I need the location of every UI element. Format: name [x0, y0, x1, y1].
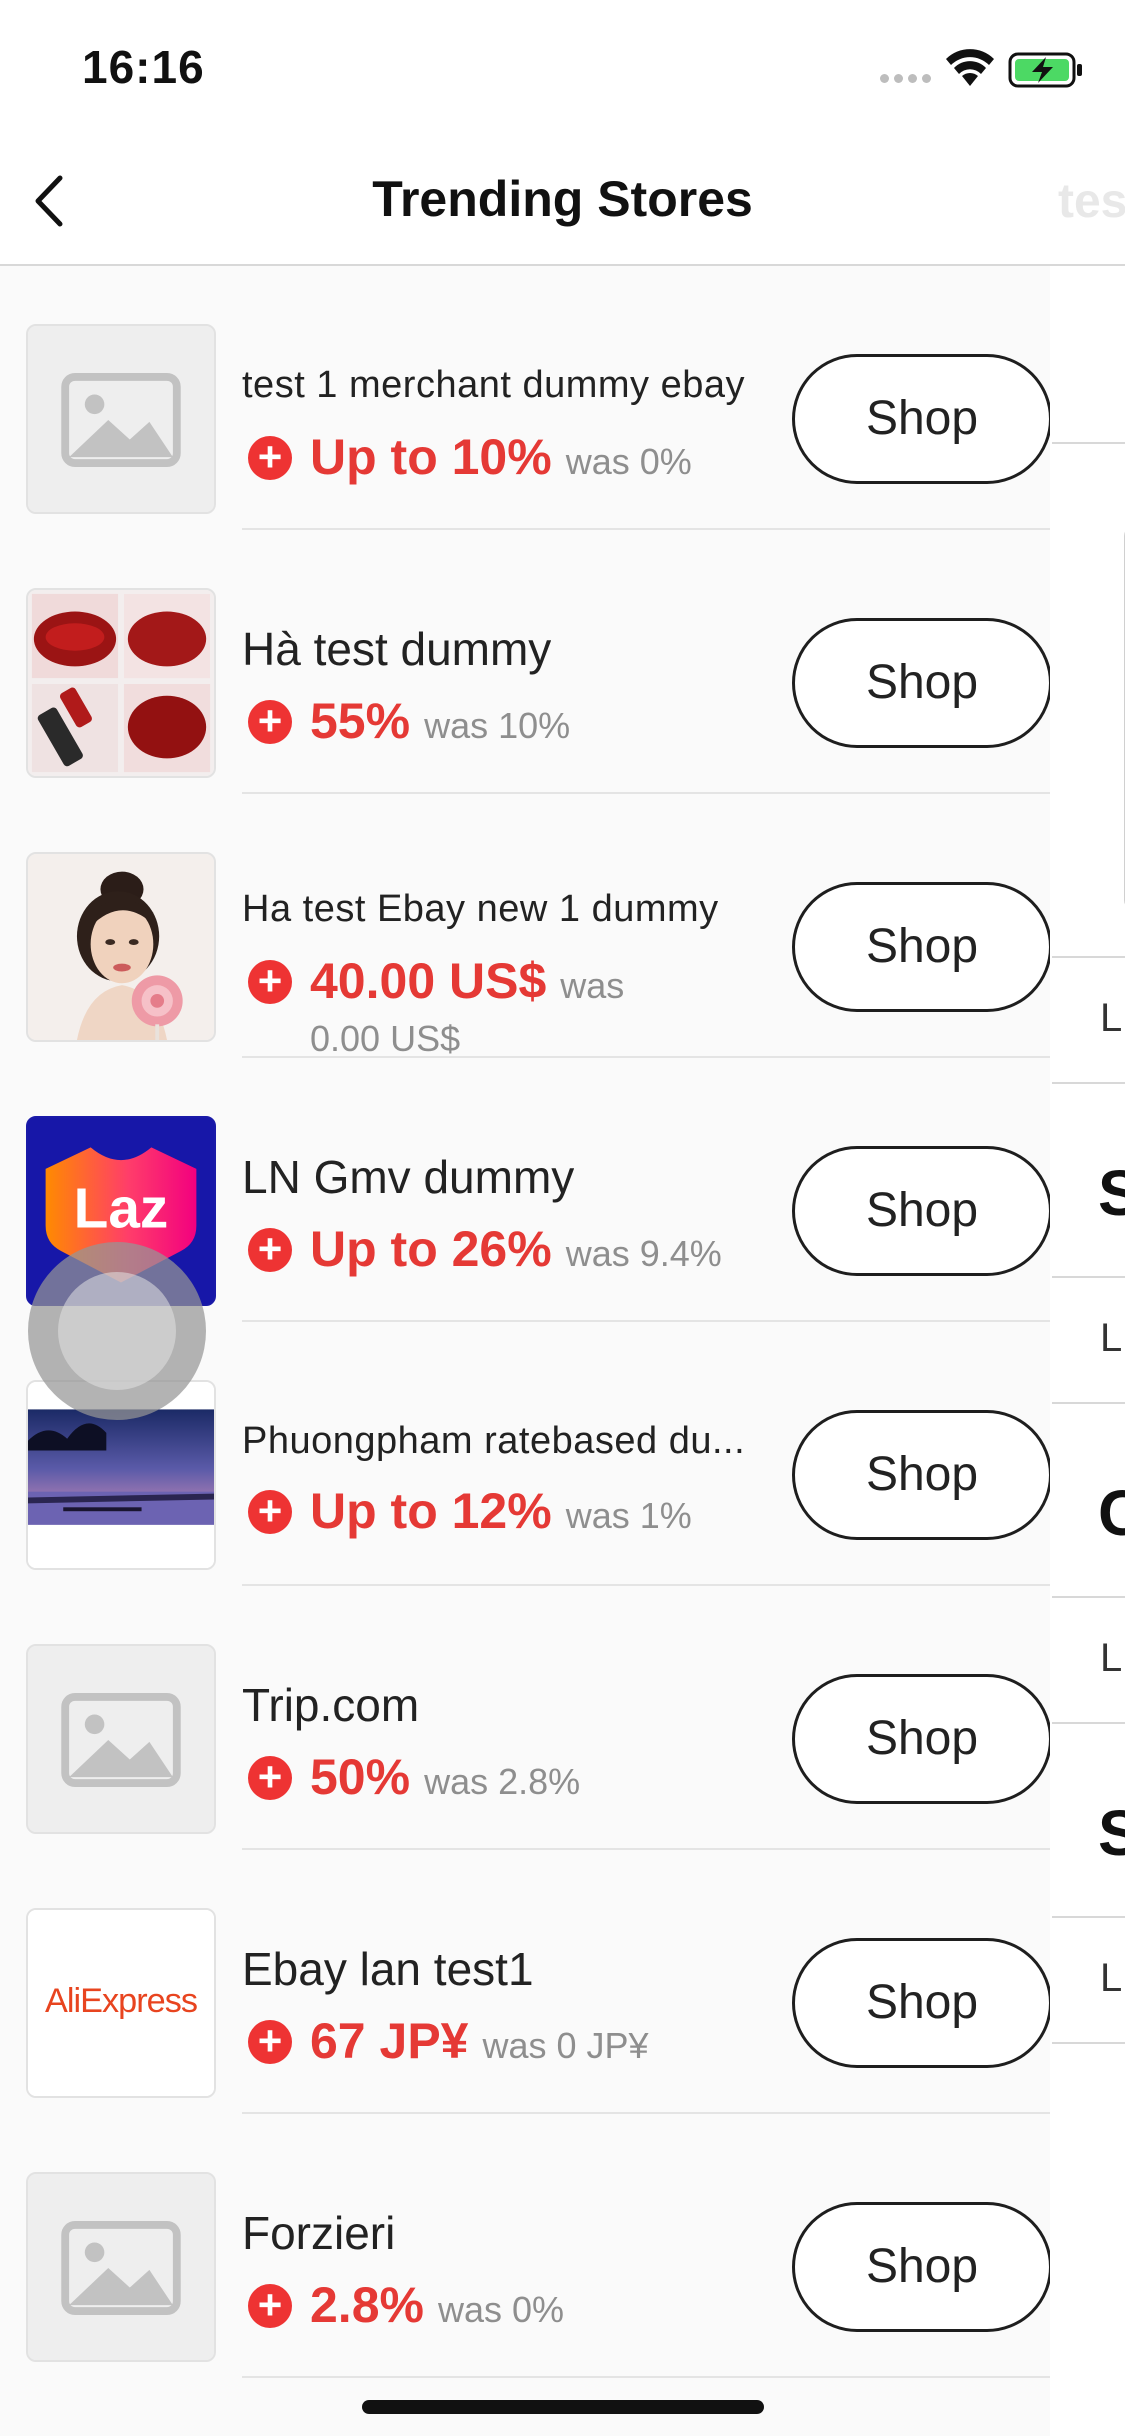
wifi-icon	[946, 49, 994, 86]
peek-divider	[1052, 1596, 1125, 1598]
status-bar: 16:16	[0, 0, 1125, 140]
shop-button[interactable]: Shop	[792, 1410, 1050, 1540]
peek-letter: L	[1100, 1956, 1123, 2000]
cashback-offer: + Up to 26% was 9.4%	[248, 1220, 722, 1280]
cashback-rate: Up to 10%	[310, 429, 552, 485]
adjacent-page-peek: L S L C L S L	[1052, 266, 1125, 2436]
lipstick-photo	[28, 590, 214, 776]
store-row[interactable]: test 1 merchant dummy ebay + Up to 10% w…	[0, 266, 1050, 530]
cashback-rate: 50%	[310, 1749, 411, 1805]
store-thumbnail: AliExpress	[26, 1908, 216, 2098]
store-name: Hà test dummy	[242, 623, 552, 675]
cashback-offer: + Up to 10% was 0%	[248, 428, 692, 488]
home-indicator[interactable]	[362, 2400, 764, 2414]
cashback-offer: + 40.00 US$ was	[248, 952, 624, 1012]
store-name: Phuongpham ratebased du...	[242, 1420, 746, 1462]
store-name: Ha test Ebay new 1 dummy	[242, 888, 719, 930]
store-thumbnail	[26, 588, 216, 778]
store-name: Trip.com	[242, 1679, 420, 1731]
previous-rate: was 0 JP¥	[482, 2025, 649, 2066]
shop-button[interactable]: Shop	[792, 354, 1050, 484]
store-row[interactable]: Forzieri + 2.8% was 0% Shop	[0, 2114, 1050, 2378]
peek-letter: L	[1100, 1316, 1123, 1360]
peek-letter: L	[1100, 996, 1123, 1040]
previous-rate: was 0%	[437, 2289, 565, 2330]
peek-letter: L	[1100, 1636, 1123, 1680]
store-name: LN Gmv dummy	[242, 1151, 575, 1203]
peek-divider	[1052, 1722, 1125, 1724]
peek-divider	[1052, 2042, 1125, 2044]
plus-badge-icon: +	[248, 2020, 292, 2064]
shop-button[interactable]: Shop	[792, 2202, 1050, 2332]
previous-rate: was 10%	[424, 705, 571, 746]
placeholder-image-icon	[28, 1646, 214, 1832]
cashback-rate: 2.8%	[310, 2277, 424, 2333]
page-title: Trending Stores	[372, 171, 753, 227]
placeholder-image-icon	[28, 326, 214, 512]
previous-rate: was	[560, 965, 625, 1006]
lazada-logo-text: Laz	[74, 1178, 169, 1241]
store-thumbnail	[26, 324, 216, 514]
navigation-bar: Trending Stores tes	[0, 140, 1125, 266]
cashback-offer: + 50% was 2.8%	[248, 1748, 580, 1808]
aliexpress-logo: AliExpress	[28, 1910, 214, 2096]
plus-badge-icon: +	[248, 1490, 292, 1534]
previous-rate: was 2.8%	[424, 1761, 581, 1802]
cashback-offer: + 2.8% was 0%	[248, 2276, 564, 2336]
row-divider	[242, 2376, 1050, 2378]
store-row[interactable]: Ha test Ebay new 1 dummy + 40.00 US$ was…	[0, 794, 1050, 1059]
shop-button[interactable]: Shop	[792, 1674, 1050, 1804]
cashback-offer: + Up to 12% was 1%	[248, 1482, 692, 1542]
plus-badge-icon: +	[248, 1228, 292, 1272]
assistive-touch-button[interactable]	[28, 1242, 206, 1420]
store-name: Forzieri	[242, 2207, 396, 2259]
peek-heading-letter: S	[1098, 1157, 1125, 1229]
shop-button[interactable]: Shop	[792, 1938, 1050, 2068]
plus-badge-icon: +	[248, 960, 292, 1004]
peek-heading-letter: S	[1098, 1797, 1125, 1869]
cashback-rate: 67 JP¥	[310, 2013, 469, 2069]
shop-button[interactable]: Shop	[792, 882, 1050, 1012]
previous-rate: was 1%	[565, 1495, 692, 1536]
previous-rate-continued: 0.00 US$	[310, 1018, 461, 1059]
peek-divider	[1052, 1276, 1125, 1278]
peek-divider	[1052, 1402, 1125, 1404]
store-row[interactable]: Trip.com + 50% was 2.8% Shop	[0, 1586, 1050, 1850]
shop-button[interactable]: Shop	[792, 618, 1050, 748]
store-name: Ebay lan test1	[242, 1943, 534, 1995]
adjacent-tab-title[interactable]: tes	[1058, 174, 1125, 229]
store-row[interactable]: Hà test dummy + 55% was 10% Shop	[0, 530, 1050, 794]
peek-divider	[1052, 1916, 1125, 1918]
placeholder-image-icon	[28, 2174, 214, 2360]
battery-charging-icon	[1008, 52, 1082, 88]
cashback-offer: + 67 JP¥ was 0 JP¥	[248, 2012, 649, 2072]
cashback-rate: Up to 26%	[310, 1221, 552, 1277]
peek-heading-letter: C	[1098, 1477, 1125, 1549]
peek-divider	[1052, 956, 1125, 958]
plus-badge-icon: +	[248, 700, 292, 744]
cashback-rate: Up to 12%	[310, 1483, 552, 1539]
previous-rate: was 9.4%	[565, 1233, 722, 1274]
shop-button[interactable]: Shop	[792, 1146, 1050, 1276]
status-time: 16:16	[82, 41, 205, 93]
previous-rate: was 0%	[565, 441, 692, 482]
plus-badge-icon: +	[248, 1756, 292, 1800]
plus-badge-icon: +	[248, 436, 292, 480]
cellular-signal-icon	[880, 74, 936, 86]
cashback-rate: 40.00 US$	[310, 953, 547, 1009]
store-row[interactable]: AliExpress Ebay lan test1 + 67 JP¥ was 0…	[0, 1850, 1050, 2114]
cashback-rate: 55%	[310, 693, 411, 749]
portrait-photo	[28, 854, 214, 1040]
store-thumbnail	[26, 2172, 216, 2362]
peek-divider	[1052, 1082, 1125, 1084]
cashback-offer: + 55% was 10%	[248, 692, 570, 752]
aliexpress-logo-text: AliExpress	[45, 1982, 197, 2020]
peek-divider	[1052, 442, 1125, 444]
store-thumbnail	[26, 1644, 216, 1834]
plus-badge-icon: +	[248, 2284, 292, 2328]
store-name: test 1 merchant dummy ebay	[242, 364, 745, 406]
store-thumbnail	[26, 852, 216, 1042]
